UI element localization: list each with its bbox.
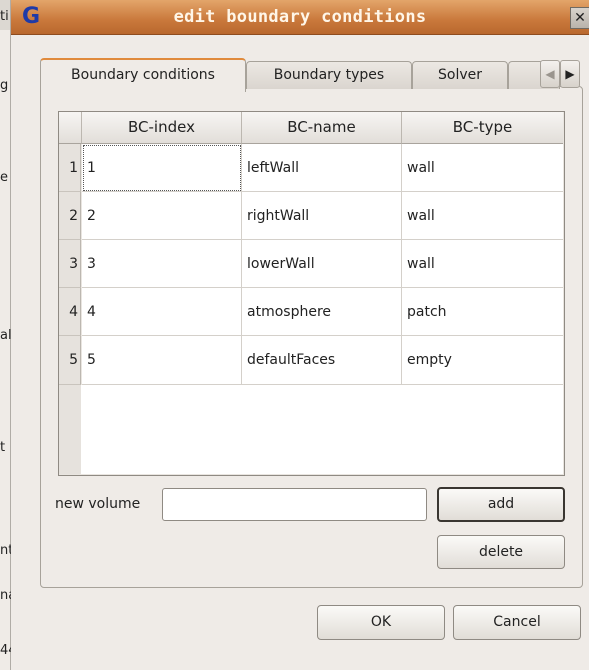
- table-cell-bc-name[interactable]: lowerWall: [242, 240, 402, 288]
- tab-scroll-right-icon[interactable]: ▶: [560, 60, 580, 88]
- table-cell-bc-name[interactable]: rightWall: [242, 192, 402, 240]
- row-header[interactable]: 2: [59, 192, 81, 240]
- table-cell-bc-type[interactable]: empty: [402, 336, 563, 385]
- tab-boundary-types[interactable]: Boundary types: [246, 61, 412, 89]
- table-empty-area[interactable]: [81, 385, 563, 474]
- column-header-bc-type[interactable]: BC-type: [402, 112, 563, 144]
- table-cell-bc-index[interactable]: 2: [82, 192, 242, 240]
- tab-scroll-left-icon[interactable]: ◀: [540, 60, 560, 88]
- close-icon[interactable]: ✕: [570, 7, 589, 29]
- table-cell-bc-type[interactable]: wall: [402, 144, 563, 192]
- row-header[interactable]: 5: [59, 336, 81, 385]
- table-corner: [59, 112, 82, 144]
- dialog-titlebar[interactable]: G edit boundary conditions ✕: [11, 0, 589, 35]
- table-empty-row-header: [59, 385, 82, 474]
- table-cell-bc-name[interactable]: atmosphere: [242, 288, 402, 336]
- tab-boundary-conditions[interactable]: Boundary conditions: [40, 58, 246, 92]
- table-cell-bc-type[interactable]: patch: [402, 288, 563, 336]
- table-cell-bc-name[interactable]: leftWall: [242, 144, 402, 192]
- row-header[interactable]: 3: [59, 240, 81, 288]
- table-cell-bc-name[interactable]: defaultFaces: [242, 336, 402, 385]
- new-volume-input[interactable]: [162, 488, 427, 521]
- row-header[interactable]: 4: [59, 288, 81, 336]
- table-cell-bc-index[interactable]: 4: [82, 288, 242, 336]
- table-cell-bc-index[interactable]: 1: [82, 144, 242, 192]
- tab-solver[interactable]: Solver: [412, 61, 508, 89]
- boundary-conditions-table: BC-index BC-name BC-type 1 1 leftWall wa…: [58, 111, 565, 476]
- column-header-bc-index[interactable]: BC-index: [82, 112, 242, 144]
- delete-button[interactable]: delete: [437, 535, 565, 569]
- new-volume-label: new volume: [55, 496, 141, 512]
- add-button[interactable]: add: [437, 487, 565, 522]
- table-cell-bc-type[interactable]: wall: [402, 192, 563, 240]
- background-window: ti g e al t nt na 44: [0, 0, 14, 670]
- table-cell-bc-index[interactable]: 3: [82, 240, 242, 288]
- cancel-button[interactable]: Cancel: [453, 605, 581, 640]
- table-cell-bc-index[interactable]: 5: [82, 336, 242, 385]
- ok-button[interactable]: OK: [317, 605, 445, 640]
- dialog-title: edit boundary conditions: [173, 7, 427, 27]
- column-header-bc-name[interactable]: BC-name: [242, 112, 402, 144]
- row-header[interactable]: 1: [59, 144, 81, 192]
- table-cell-bc-type[interactable]: wall: [402, 240, 563, 288]
